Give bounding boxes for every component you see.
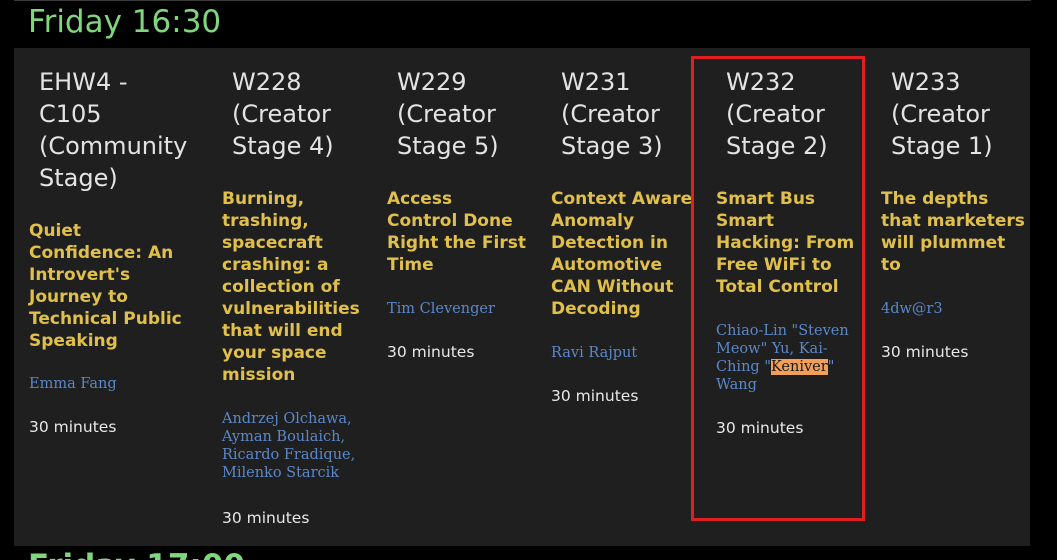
next-time-heading: Friday 17:00	[28, 546, 245, 560]
room-name: W229 (Creator Stage 5)	[397, 68, 499, 160]
speaker-link[interactable]: Tim Clevenger	[387, 300, 526, 318]
speaker-link[interactable]: Emma Fang	[29, 375, 182, 393]
speaker-link[interactable]: Chiao-Lin "Steven Meow" Yu, Kai- Ching "…	[716, 322, 854, 394]
talk-block-0: Quiet Confidence: An Introvert's Journey…	[29, 220, 182, 438]
talk-block-1: Burning, trashing, spacecraft crashing: …	[222, 188, 360, 529]
room-column-w229: W229 (Creator Stage 5)	[397, 66, 499, 162]
room-column-w231: W231 (Creator Stage 3)	[561, 66, 663, 162]
talk-duration: 30 minutes	[29, 418, 117, 436]
room-name: W232 (Creator Stage 2)	[726, 68, 828, 160]
room-column-w233: W233 (Creator Stage 1)	[891, 66, 993, 162]
talk-block-3: Context Aware Anomaly Detection in Autom…	[551, 188, 692, 407]
talk-duration: 30 minutes	[222, 509, 310, 527]
search-highlight: Keniver	[770, 359, 828, 375]
talk-title-link[interactable]: Smart Bus Smart Hacking: From Free WiFi …	[716, 188, 854, 298]
schedule-panel: EHW4 - C105 (Community Stage) Quiet Conf…	[14, 48, 1030, 546]
room-name: W233 (Creator Stage 1)	[891, 68, 993, 160]
room-column-w228: W228 (Creator Stage 4)	[232, 66, 334, 162]
talk-block-2: Access Control Done Right the First Time…	[387, 188, 526, 363]
talk-title-link[interactable]: Context Aware Anomaly Detection in Autom…	[551, 188, 692, 320]
talk-title-link[interactable]: Access Control Done Right the First Time	[387, 188, 526, 276]
talk-duration: 30 minutes	[881, 343, 969, 361]
talk-title-link[interactable]: Burning, trashing, spacecraft crashing: …	[222, 188, 360, 386]
speaker-link[interactable]: Andrzej Olchawa, Ayman Boulaich, Ricardo…	[222, 410, 360, 482]
room-name: EHW4 - C105 (Community Stage)	[39, 68, 188, 192]
talk-duration: 30 minutes	[387, 343, 475, 361]
talk-duration: 30 minutes	[716, 419, 804, 437]
room-column-ehw4: EHW4 - C105 (Community Stage)	[39, 66, 187, 194]
talk-title-link[interactable]: The depths that marketers will plummet t…	[881, 188, 1025, 276]
talk-duration: 30 minutes	[551, 387, 639, 405]
talk-title-link[interactable]: Quiet Confidence: An Introvert's Journey…	[29, 220, 182, 352]
room-column-w232: W232 (Creator Stage 2)	[726, 66, 828, 162]
speaker-link[interactable]: 4dw@r3	[881, 300, 1025, 318]
talk-block-5: The depths that marketers will plummet t…	[881, 188, 1025, 363]
speaker-link[interactable]: Ravi Rajput	[551, 344, 692, 362]
top-divider	[14, 0, 1031, 1]
room-name: W231 (Creator Stage 3)	[561, 68, 663, 160]
day-time-heading: Friday 16:30	[28, 4, 222, 40]
talk-block-4: Smart Bus Smart Hacking: From Free WiFi …	[716, 188, 854, 439]
room-name: W228 (Creator Stage 4)	[232, 68, 334, 160]
